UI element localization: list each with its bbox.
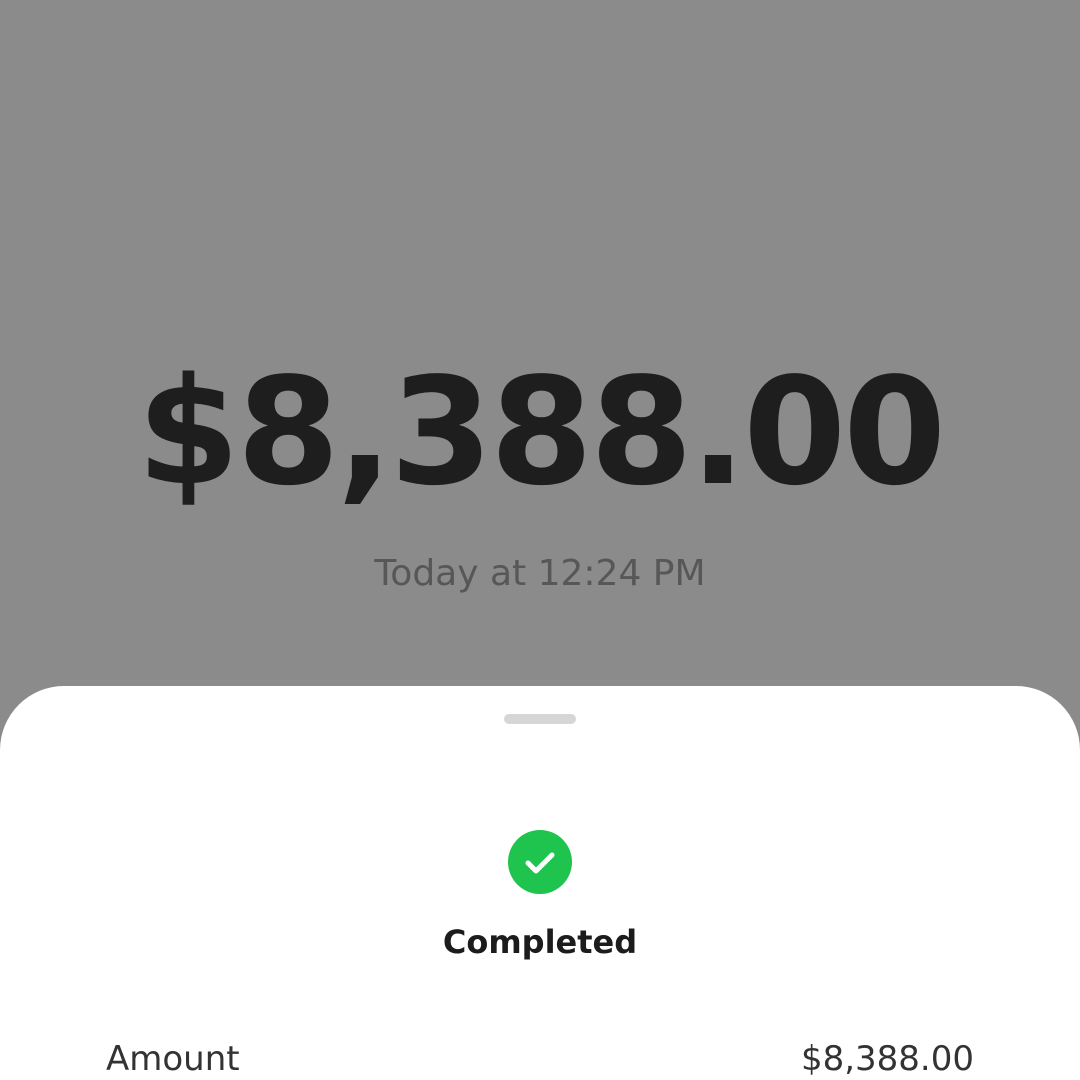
transaction-timestamp: Today at 12:24 PM	[374, 553, 706, 594]
status-label: Completed	[442, 923, 638, 961]
detail-row-amount: Amount $8,388.00	[0, 1042, 1080, 1080]
transaction-detail-screen: $8,388.00 Today at 12:24 PM Completed Am…	[0, 0, 1080, 1080]
detail-value-amount: $8,388.00	[800, 1039, 974, 1079]
transaction-header: $8,388.00 Today at 12:24 PM	[0, 0, 1080, 690]
details-sheet[interactable]: Completed Amount $8,388.00	[0, 686, 1080, 1080]
check-circle-icon	[508, 830, 572, 894]
sheet-drag-handle[interactable]	[504, 714, 576, 724]
check-mark-icon	[525, 852, 555, 874]
transaction-amount: $8,388.00	[136, 346, 946, 518]
detail-label-amount: Amount	[106, 1039, 240, 1079]
